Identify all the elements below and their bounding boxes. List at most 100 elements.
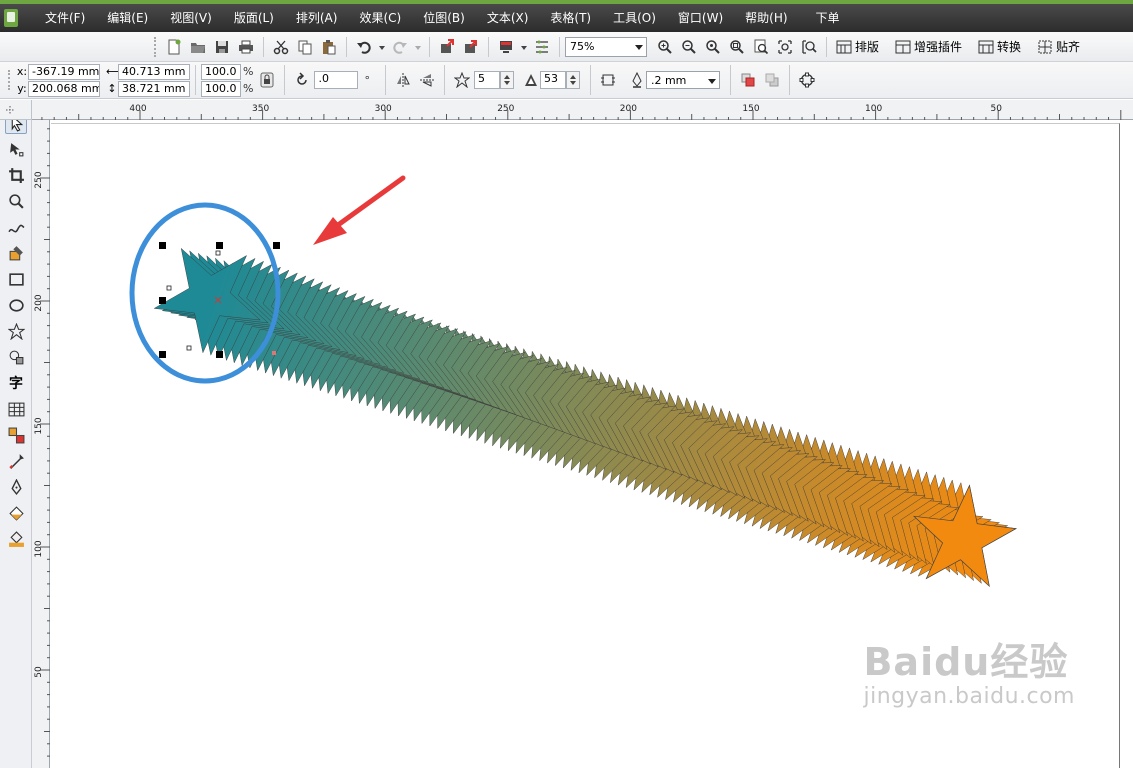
text-wrap-icon[interactable] xyxy=(597,69,619,91)
menu-tools[interactable]: 工具(O) xyxy=(602,4,667,32)
undo-dropdown-icon[interactable] xyxy=(377,36,387,58)
import-icon[interactable] xyxy=(436,36,458,58)
print-icon[interactable] xyxy=(235,36,257,58)
scale-y-field[interactable]: 100.0 xyxy=(201,80,241,97)
redo-dropdown-icon[interactable] xyxy=(413,36,423,58)
zoom-page-icon[interactable] xyxy=(750,36,772,58)
table-tool[interactable] xyxy=(5,398,27,420)
enhance-plugin-button[interactable]: 增强插件 xyxy=(891,36,966,58)
eyedropper-tool[interactable] xyxy=(5,450,27,472)
menu-order[interactable]: 下单 xyxy=(805,4,851,32)
separator xyxy=(589,65,591,95)
to-back-icon[interactable] xyxy=(761,69,783,91)
blend-tool[interactable] xyxy=(5,424,27,446)
outline-width-dropdown[interactable]: .2 mm xyxy=(645,71,720,89)
baidu-watermark: Baidu经验 jingyan.baidu.com xyxy=(863,640,1075,710)
menu-arrange[interactable]: 排列(A) xyxy=(285,4,349,32)
y-position-field[interactable]: 200.068 mm xyxy=(28,80,100,97)
new-document-icon[interactable] xyxy=(163,36,185,58)
menu-edit[interactable]: 编辑(E) xyxy=(96,4,159,32)
interactive-fill-tool[interactable] xyxy=(5,528,27,550)
menu-help[interactable]: 帮助(H) xyxy=(734,4,798,32)
mirror-horizontal-icon[interactable] xyxy=(392,69,414,91)
vertical-ruler[interactable]: 250 200 150 100 50 xyxy=(32,120,50,768)
paste-icon[interactable] xyxy=(318,36,340,58)
freehand-tool[interactable] xyxy=(5,216,27,238)
rotation-field[interactable]: .0 xyxy=(314,71,359,89)
horizontal-ruler[interactable]: 400 350 300 250 200 150 100 50 xyxy=(32,100,1133,120)
redo-icon[interactable] xyxy=(389,36,411,58)
zoom-all-objects-icon[interactable] xyxy=(726,36,748,58)
to-front-icon[interactable] xyxy=(737,69,759,91)
zoom-page-width-icon[interactable] xyxy=(774,36,796,58)
separator xyxy=(346,36,347,57)
freehand-icon xyxy=(7,224,25,233)
menu-file[interactable]: 文件(F) xyxy=(34,4,96,32)
annotation-arrow xyxy=(313,175,406,245)
menu-effects[interactable]: 效果(C) xyxy=(348,4,412,32)
width-field[interactable]: 40.713 mm xyxy=(118,63,190,80)
height-field[interactable]: 38.721 mm xyxy=(118,80,190,97)
x-position-field[interactable]: -367.19 mm xyxy=(28,63,100,80)
convert-plugin-button[interactable]: 转换 xyxy=(974,36,1025,58)
copy-icon[interactable] xyxy=(294,36,316,58)
open-folder-icon[interactable] xyxy=(187,36,209,58)
scale-x-field[interactable]: 100.0 xyxy=(201,63,241,80)
shape-edit-icon xyxy=(9,142,23,156)
fill-tool[interactable] xyxy=(5,502,27,524)
star-points-field[interactable]: 5 xyxy=(473,71,500,89)
star-points-spinner[interactable] xyxy=(499,71,514,89)
star-blend-group[interactable] xyxy=(153,247,1017,587)
menu-text[interactable]: 文本(X) xyxy=(476,4,540,32)
shape-tool[interactable] xyxy=(5,138,27,160)
save-icon[interactable] xyxy=(211,36,233,58)
smart-fill-tool[interactable] xyxy=(5,242,27,264)
ruler-origin[interactable] xyxy=(0,100,32,120)
menu-layout[interactable]: 版面(L) xyxy=(223,4,285,32)
separator xyxy=(729,65,731,95)
menu-table[interactable]: 表格(T) xyxy=(539,4,602,32)
outline-tool[interactable] xyxy=(5,476,27,498)
layout-icon xyxy=(836,40,852,53)
basic-shapes-tool[interactable] xyxy=(5,346,27,368)
star-points-icon xyxy=(451,69,473,91)
menu-window[interactable]: 窗口(W) xyxy=(667,4,734,32)
convert-icon xyxy=(978,40,994,53)
property-bar: x: -367.19 mm y: 200.068 mm ⟷ 40.713 mm … xyxy=(0,62,1133,99)
app-icon[interactable] xyxy=(4,9,18,27)
ruler-label: 100 xyxy=(34,540,44,557)
height-icon: ↕ xyxy=(107,82,117,95)
basic-shapes-icon xyxy=(9,350,23,364)
application-launcher-icon[interactable] xyxy=(495,36,517,58)
lock-ratio-icon[interactable] xyxy=(256,69,278,91)
layout-plugin-button[interactable]: 排版 xyxy=(832,36,883,58)
crop-tool[interactable] xyxy=(5,164,27,186)
convert-to-curves-icon[interactable] xyxy=(796,69,818,91)
star-sharpness-field[interactable]: 53 xyxy=(539,71,566,89)
polygon-tool[interactable] xyxy=(5,320,27,342)
cut-icon[interactable] xyxy=(270,36,292,58)
text-tool[interactable]: 字 xyxy=(5,372,27,394)
zoom-tool[interactable] xyxy=(5,190,27,212)
mirror-vertical-icon[interactable] xyxy=(416,69,438,91)
menu-bitmaps[interactable]: 位图(B) xyxy=(412,4,476,32)
ruler-label: 150 xyxy=(34,417,44,434)
zoom-page-height-icon[interactable] xyxy=(798,36,820,58)
star-sharpness-spinner[interactable] xyxy=(565,71,580,89)
zoom-out-icon[interactable] xyxy=(678,36,700,58)
undo-icon[interactable] xyxy=(353,36,375,58)
ruler-label: 100 xyxy=(865,104,882,114)
launcher-dropdown-icon[interactable] xyxy=(519,36,529,58)
menu-view[interactable]: 视图(V) xyxy=(159,4,223,32)
ellipse-tool[interactable] xyxy=(5,294,27,316)
zoom-selected-icon[interactable] xyxy=(702,36,724,58)
zoom-in-icon[interactable] xyxy=(654,36,676,58)
snap-plugin-button[interactable]: 贴齐 xyxy=(1033,36,1084,58)
export-icon[interactable] xyxy=(460,36,482,58)
toolbar-grip[interactable] xyxy=(8,70,12,90)
rectangle-tool[interactable] xyxy=(5,268,27,290)
zoom-level-dropdown[interactable]: 75% xyxy=(565,36,647,57)
percent-label: % xyxy=(243,65,254,78)
toolbar-grip[interactable] xyxy=(154,36,158,57)
options-icon[interactable] xyxy=(531,36,553,58)
